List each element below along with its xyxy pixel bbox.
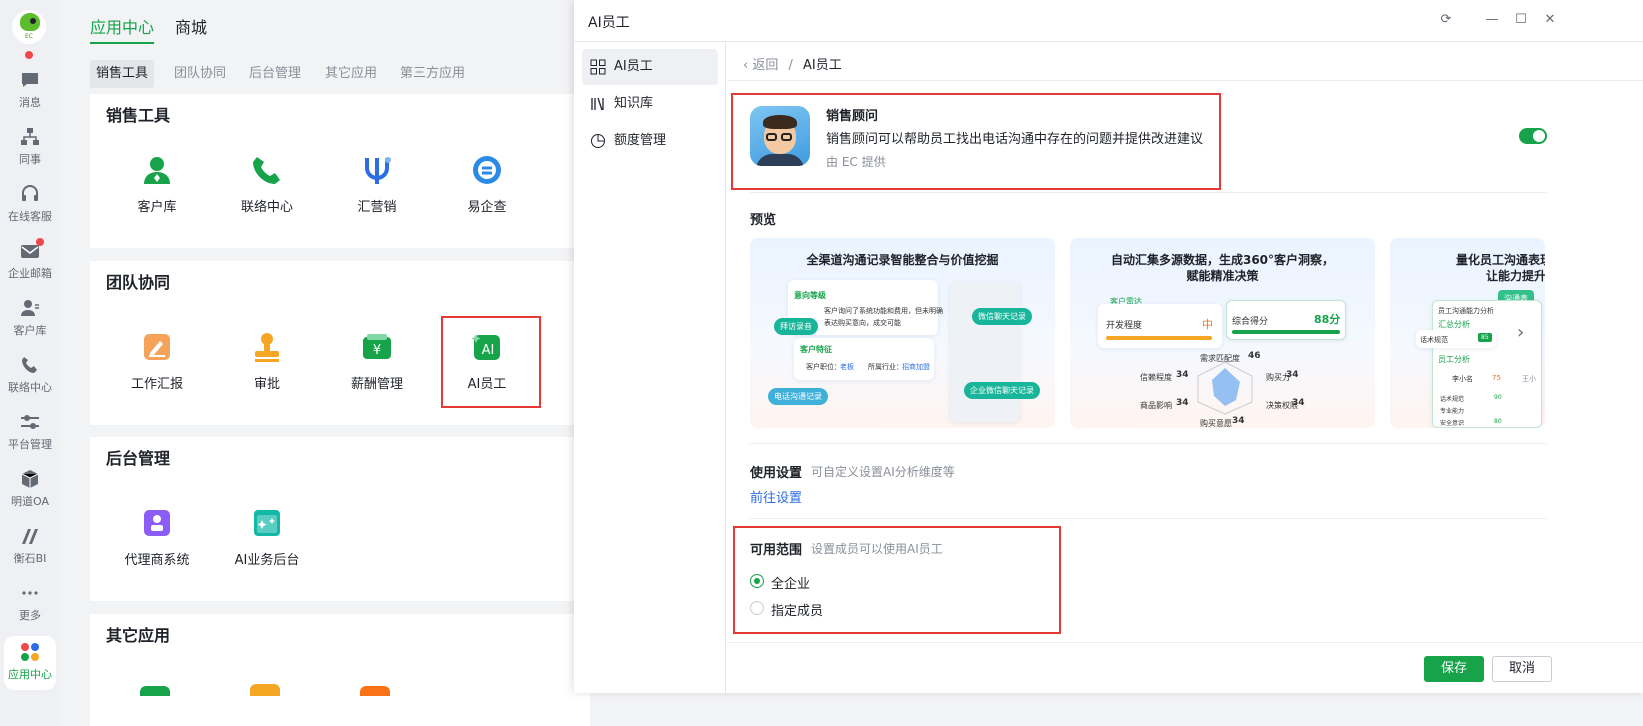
- drawer-nav: AI员工 知识库 额度管理: [574, 42, 726, 693]
- partial-app-icon: [360, 686, 390, 696]
- maximize-icon[interactable]: ☐: [1513, 12, 1529, 28]
- app-enterprise-query[interactable]: 易企查: [437, 154, 537, 234]
- query-app-icon: [473, 156, 501, 184]
- preview-card-1[interactable]: 全渠道沟通记录智能整合与价值挖掘 意向等级 客户询问了系统功能和费用，但未明确 …: [750, 238, 1055, 428]
- headset-icon: [22, 185, 38, 201]
- rail-item-hengshi-bi[interactable]: 衡石BI: [0, 526, 60, 578]
- app-center-main: 应用中心 商城 销售工具 团队协同 后台管理 其它应用 第三方应用 销售工具 客…: [60, 0, 590, 726]
- preview-title: 预览: [750, 213, 777, 228]
- sliders-icon: [21, 415, 39, 429]
- breadcrumb-current: AI员工: [803, 58, 842, 73]
- app-logo[interactable]: EC: [12, 10, 46, 59]
- rail-item-colleagues[interactable]: 同事: [0, 127, 60, 179]
- drawer-title: AI员工: [588, 15, 630, 31]
- phone-app-icon: [253, 157, 280, 184]
- nav-ai-employee[interactable]: AI员工: [582, 49, 718, 85]
- tab-third-party[interactable]: 第三方应用: [394, 60, 471, 88]
- status-dot: [25, 51, 33, 59]
- ai-employee-drawer: AI员工 ⟳ — ☐ ✕ AI员工 知识库 额度管理 ‹ 返回 / AI员工 销…: [574, 0, 1643, 693]
- report-app-icon: [144, 334, 170, 360]
- rail-item-mingdao-oa[interactable]: 明道OA: [0, 469, 60, 521]
- tab-other[interactable]: 其它应用: [319, 60, 383, 88]
- pie-icon: [591, 134, 605, 148]
- grid-icon: [590, 59, 606, 75]
- svg-text:¥: ¥: [373, 343, 381, 358]
- app-marketing[interactable]: 汇营销: [327, 154, 427, 234]
- rail-item-app-center[interactable]: 应用中心: [4, 636, 56, 690]
- breadcrumb: ‹ 返回 / AI员工: [743, 58, 842, 73]
- app-customer-base[interactable]: 客户库: [107, 154, 207, 234]
- section-title: 团队协同: [106, 273, 171, 292]
- org-icon: [21, 128, 39, 145]
- marketing-app-icon: [365, 157, 391, 184]
- rail-item-online-service[interactable]: 在线客服: [0, 184, 60, 236]
- tab-store[interactable]: 商城: [175, 14, 207, 38]
- tab-sales-tools[interactable]: 销售工具: [90, 60, 155, 88]
- section-title: 销售工具: [106, 106, 171, 125]
- rail-item-customers[interactable]: 客户库: [0, 298, 60, 350]
- save-button[interactable]: 保存: [1424, 656, 1484, 682]
- section-title: 后台管理: [106, 449, 171, 468]
- apps-icon: [21, 643, 39, 661]
- notification-badge: [36, 238, 44, 246]
- app-agent-system[interactable]: 代理商系统: [107, 507, 207, 587]
- nav-knowledge-base[interactable]: 知识库: [582, 86, 718, 122]
- usage-settings-title: 使用设置: [750, 466, 803, 481]
- cancel-button[interactable]: 取消: [1492, 656, 1552, 682]
- refresh-icon[interactable]: ⟳: [1438, 12, 1454, 28]
- highlight-scope: [733, 526, 1061, 634]
- rail-item-platform[interactable]: 平台管理: [0, 412, 60, 464]
- app-contact-center[interactable]: 联络中心: [217, 154, 317, 234]
- payroll-app-icon: ¥: [363, 334, 391, 359]
- close-icon[interactable]: ✕: [1542, 12, 1558, 28]
- customer-icon: [21, 300, 39, 316]
- go-settings-link[interactable]: 前往设置: [750, 487, 802, 506]
- bi-icon: [22, 529, 38, 544]
- tab-team[interactable]: 团队协同: [168, 60, 232, 88]
- app-work-report[interactable]: 工作汇报: [107, 331, 207, 411]
- highlight-ai-employee: [441, 316, 541, 408]
- drawer-content: ‹ 返回 / AI员工 销售顾问 销售顾问可以帮助员工找出电话沟通中存在的问题并…: [727, 42, 1643, 693]
- agent-enable-toggle[interactable]: [1519, 128, 1547, 144]
- stamp-app-icon: [255, 333, 279, 362]
- partial-app-icon: [140, 686, 170, 696]
- nav-quota[interactable]: 额度管理: [582, 123, 718, 159]
- ai-backend-app-icon: [254, 510, 280, 536]
- chevron-right-icon[interactable]: ›: [1517, 322, 1524, 343]
- tab-app-center[interactable]: 应用中心: [90, 14, 155, 44]
- section-title: 其它应用: [106, 626, 171, 645]
- books-icon: [591, 97, 604, 111]
- logo-text: EC: [25, 33, 33, 40]
- tab-admin[interactable]: 后台管理: [243, 60, 307, 88]
- minimize-icon[interactable]: —: [1484, 12, 1500, 28]
- chat-icon: [22, 73, 38, 87]
- more-icon: [22, 591, 38, 595]
- section-sales-tools: 销售工具 客户库 联络中心 汇营销 易企查: [90, 94, 590, 248]
- app-payroll[interactable]: ¥ 薪酬管理: [327, 331, 427, 411]
- left-rail: EC 消息 同事 在线客服 企业邮箱 客户库 联络中心 平台管理 明道OA 衡石: [0, 0, 60, 726]
- rail-item-contact-center[interactable]: 联络中心: [0, 355, 60, 407]
- rail-item-more[interactable]: 更多: [0, 583, 60, 635]
- app-ai-backend[interactable]: AI业务后台: [217, 507, 317, 587]
- usage-settings-desc: 可自定义设置AI分析维度等: [811, 465, 955, 479]
- back-link[interactable]: 返回: [752, 58, 778, 73]
- agent-app-icon: [144, 510, 170, 536]
- phone-icon: [22, 357, 37, 373]
- section-other: 其它应用: [90, 614, 590, 726]
- chevron-left-icon[interactable]: ‹: [743, 58, 748, 73]
- rail-item-mail[interactable]: 企业邮箱: [0, 238, 60, 293]
- app-approval[interactable]: 审批: [217, 331, 317, 411]
- preview-card-2[interactable]: 自动汇集多源数据，生成360°客户洞察， 赋能精准决策 客户雷达 开发程度 中 …: [1070, 238, 1375, 428]
- highlight-agent-card: [731, 93, 1221, 190]
- cube-icon: [21, 470, 39, 488]
- section-admin: 后台管理 代理商系统 AI业务后台: [90, 437, 590, 601]
- radar-chart-icon: [1197, 361, 1253, 415]
- rail-item-messages[interactable]: 消息: [0, 70, 60, 122]
- customer-app-icon: [144, 157, 170, 184]
- partial-app-icon: [250, 684, 280, 696]
